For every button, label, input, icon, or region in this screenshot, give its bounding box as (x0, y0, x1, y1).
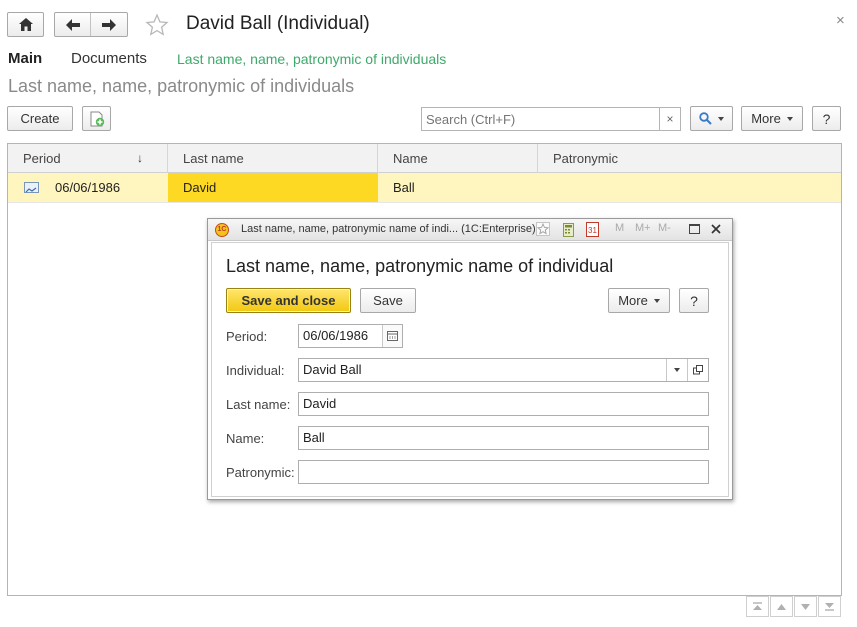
last-icon (825, 603, 834, 611)
last-name-label: Last name: (226, 397, 291, 412)
close-icon[interactable]: × (836, 12, 845, 29)
help-button[interactable]: ? (812, 106, 841, 131)
home-icon (18, 18, 33, 31)
table-header: Period ↓ Last name Name Patronymic (8, 144, 841, 173)
calendar-icon (387, 331, 398, 341)
chevron-up-icon (777, 603, 786, 610)
table-row[interactable]: 06/06/1986 David Ball (8, 173, 841, 203)
column-header-last-name[interactable]: Last name (168, 144, 378, 173)
back-arrow-icon (65, 18, 80, 31)
open-window-icon (693, 365, 703, 375)
favorite-star-button[interactable] (145, 13, 169, 37)
calendar-icon[interactable]: 31 (586, 222, 599, 237)
chevron-down-icon (718, 116, 724, 121)
maximize-icon[interactable] (689, 224, 700, 234)
more-label: More (751, 111, 781, 126)
patronymic-field[interactable] (298, 460, 709, 484)
forward-arrow-icon (102, 18, 116, 31)
name-label: Name: (226, 431, 265, 446)
dialog-titlebar[interactable]: 1C Last name, name, patronymic name of i… (208, 219, 732, 241)
period-value: 06/06/1986 (303, 328, 369, 343)
memory-plus-icon[interactable]: M+ (635, 222, 651, 234)
last-name-field[interactable]: David (298, 392, 709, 416)
cell-name: Ball (393, 180, 415, 195)
column-header-name[interactable]: Name (378, 144, 538, 173)
scroll-first-button[interactable] (746, 596, 769, 617)
search-options-button[interactable] (690, 106, 733, 131)
forward-button[interactable] (91, 13, 127, 36)
add-copy-icon (90, 111, 104, 126)
dialog-body: Last name, name, patronymic name of indi… (211, 242, 729, 497)
tab-last-name-records[interactable]: Last name, name, patronymic of individua… (177, 51, 446, 67)
calculator-icon[interactable] (563, 223, 574, 237)
chevron-down-icon (653, 298, 660, 303)
memory-m-icon[interactable]: M (615, 222, 624, 234)
tab-main[interactable]: Main (8, 50, 42, 67)
scroll-up-button[interactable] (770, 596, 793, 617)
favorite-star-icon[interactable] (536, 222, 550, 236)
scroll-last-button[interactable] (818, 596, 841, 617)
search-input[interactable] (422, 108, 660, 130)
cell-period: 06/06/1986 (55, 180, 121, 195)
save-button[interactable]: Save (360, 288, 416, 313)
search-clear-button[interactable]: × (659, 108, 680, 130)
period-label: Period: (226, 329, 268, 344)
individual-open-button[interactable] (687, 359, 708, 381)
dialog-more-button[interactable]: More (608, 288, 670, 313)
cell-patronymic (538, 173, 841, 202)
calendar-button[interactable] (382, 325, 402, 347)
dialog-window-title: Last name, name, patronymic name of indi… (241, 223, 536, 235)
tab-documents[interactable]: Documents (71, 50, 147, 67)
individual-value: David Ball (303, 362, 362, 377)
search-icon (699, 112, 712, 125)
record-dialog: 1C Last name, name, patronymic name of i… (207, 218, 733, 500)
history-nav (54, 12, 128, 37)
search-field: × (421, 107, 681, 131)
home-button[interactable] (7, 12, 44, 37)
dialog-heading: Last name, name, patronymic name of indi… (226, 256, 614, 276)
chevron-down-icon (786, 116, 793, 121)
scroll-down-button[interactable] (794, 596, 817, 617)
close-icon[interactable] (709, 221, 723, 237)
first-icon (753, 602, 762, 610)
more-button[interactable]: More (741, 106, 803, 131)
name-field[interactable]: Ball (298, 426, 709, 450)
app-logo-icon: 1C (215, 223, 229, 237)
dialog-help-button[interactable]: ? (679, 288, 709, 313)
individual-dropdown-button[interactable] (666, 359, 687, 381)
chevron-down-icon (674, 368, 680, 372)
memory-minus-icon[interactable]: M- (658, 222, 671, 234)
column-header-label: Period (23, 151, 61, 166)
copy-button[interactable] (82, 106, 111, 131)
individual-label: Individual: (226, 363, 285, 378)
page-title: David Ball (Individual) (186, 13, 370, 34)
chevron-down-icon (801, 603, 810, 610)
column-header-period[interactable]: Period ↓ (8, 144, 168, 173)
record-type-icon (24, 182, 39, 193)
period-field[interactable]: 06/06/1986 (298, 324, 403, 348)
individual-field[interactable]: David Ball (298, 358, 709, 382)
create-button[interactable]: Create (7, 106, 73, 131)
back-button[interactable] (55, 13, 91, 36)
more-label: More (618, 293, 648, 308)
patronymic-label: Patronymic: (226, 465, 295, 480)
cell-last-name: David (168, 173, 378, 202)
sort-descending-icon: ↓ (137, 151, 143, 165)
star-icon (145, 13, 169, 36)
column-header-patronymic[interactable]: Patronymic (538, 144, 841, 173)
save-and-close-button[interactable]: Save and close (226, 288, 351, 313)
list-title: Last name, name, patronymic of individua… (8, 76, 355, 96)
